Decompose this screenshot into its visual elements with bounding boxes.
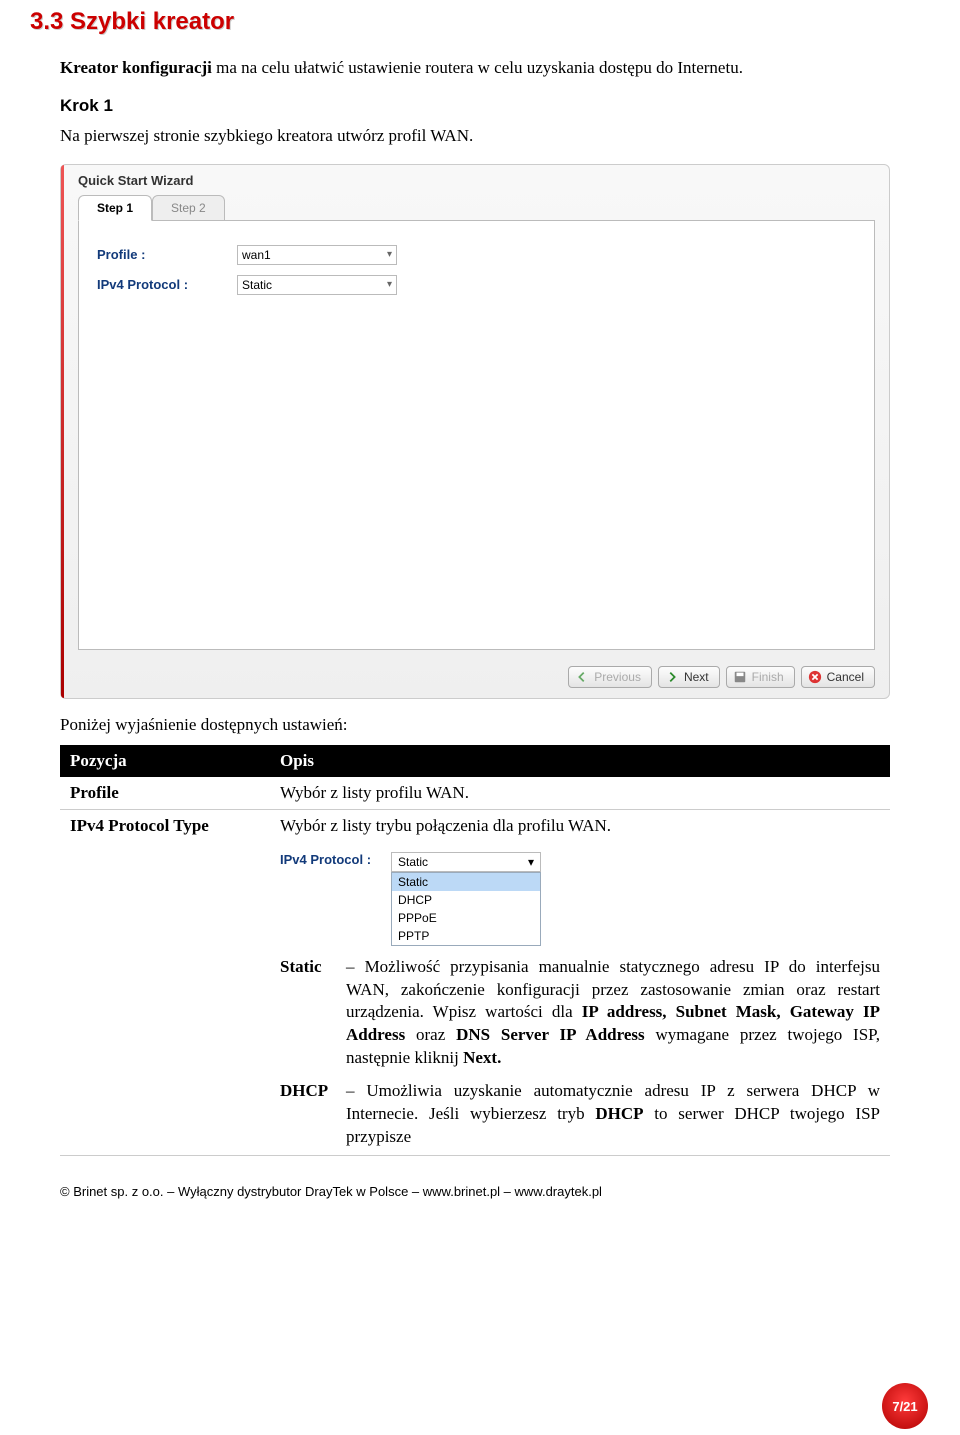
footer-line: © Brinet sp. z o.o. – Wyłączny dystrybut… xyxy=(30,1166,920,1209)
intro-paragraph: Kreator konfiguracji ma na celu ułatwić … xyxy=(60,56,920,80)
step-label: Krok 1 xyxy=(60,96,920,116)
wizard-row-ipv4: IPv4 Protocol : Static ▾ xyxy=(97,275,856,295)
arrow-right-icon xyxy=(665,670,679,684)
wizard-accent-bar xyxy=(61,165,64,698)
wizard-footer: Previous Next Finish Cancel xyxy=(64,660,889,698)
profile-label: Profile : xyxy=(97,247,237,262)
protocol-dropdown-list: Static DHCP PPPoE PPTP xyxy=(391,872,541,946)
below-text: Poniżej wyjaśnienie dostępnych ustawień: xyxy=(60,715,920,735)
intro-bold: Kreator konfiguracji xyxy=(60,58,212,77)
previous-button-label: Previous xyxy=(594,670,641,684)
wizard-body: Profile : wan1 ▾ IPv4 Protocol : Static … xyxy=(78,220,875,650)
chevron-down-icon: ▾ xyxy=(387,279,392,290)
table-cell-item: Profile xyxy=(60,777,270,810)
dropdown-option[interactable]: DHCP xyxy=(392,891,540,909)
cancel-button-label: Cancel xyxy=(827,670,864,684)
tab-step1[interactable]: Step 1 xyxy=(78,195,152,221)
ipv4-select-value: Static xyxy=(242,278,272,292)
finish-button-label: Finish xyxy=(752,670,784,684)
table-cell-item: IPv4 Protocol Type xyxy=(60,809,270,1156)
chevron-down-icon: ▾ xyxy=(528,855,534,869)
protocol-dropdown-label: IPv4 Protocol : xyxy=(280,852,371,867)
ipv4-select[interactable]: Static ▾ xyxy=(237,275,397,295)
wizard-title: Quick Start Wizard xyxy=(64,165,889,194)
settings-table: Pozycja Opis Profile Wybór z listy profi… xyxy=(60,745,890,1157)
table-header-desc: Opis xyxy=(270,745,890,777)
wizard-tabs: Step 1 Step 2 xyxy=(64,194,889,220)
dropdown-option[interactable]: PPTP xyxy=(392,927,540,945)
profile-select-value: wan1 xyxy=(242,248,271,262)
page-number-badge: 7/21 xyxy=(882,1383,928,1429)
save-icon xyxy=(733,670,747,684)
protocol-def-static: Static – Możliwość przypisania manualnie… xyxy=(280,956,880,1071)
dropdown-option[interactable]: PPPoE xyxy=(392,909,540,927)
cancel-button[interactable]: Cancel xyxy=(801,666,875,688)
previous-button[interactable]: Previous xyxy=(568,666,652,688)
section-heading: 3.3 Szybki kreator xyxy=(30,8,920,36)
table-header-item: Pozycja xyxy=(60,745,270,777)
tab-step2[interactable]: Step 2 xyxy=(152,195,225,221)
protocol-dropdown-value: Static xyxy=(398,855,428,869)
step-text: Na pierwszej stronie szybkiego kreatora … xyxy=(60,124,920,148)
intro-rest: ma na celu ułatwić ustawienie routera w … xyxy=(212,58,743,77)
protocol-desc-dhcp: – Umożliwia uzyskanie automatycznie adre… xyxy=(346,1080,880,1149)
protocol-desc-static: – Możliwość przypisania manualnie statyc… xyxy=(346,956,880,1071)
table-cell-desc: Wybór z listy profilu WAN. xyxy=(270,777,890,810)
wizard-panel: Quick Start Wizard Step 1 Step 2 Profile… xyxy=(60,164,890,699)
dropdown-option[interactable]: Static xyxy=(392,873,540,891)
close-icon xyxy=(808,670,822,684)
ipv4-label: IPv4 Protocol : xyxy=(97,277,237,292)
table-row: Profile Wybór z listy profilu WAN. xyxy=(60,777,890,810)
protocol-term-dhcp: DHCP xyxy=(280,1080,338,1103)
protocol-term-static: Static xyxy=(280,956,338,979)
finish-button[interactable]: Finish xyxy=(726,666,795,688)
protocol-def-dhcp: DHCP – Umożliwia uzyskanie automatycznie… xyxy=(280,1080,880,1149)
next-button[interactable]: Next xyxy=(658,666,720,688)
next-button-label: Next xyxy=(684,670,709,684)
protocol-desc-top: Wybór z listy trybu połączenia dla profi… xyxy=(280,816,880,836)
profile-select[interactable]: wan1 ▾ xyxy=(237,245,397,265)
chevron-down-icon: ▾ xyxy=(387,249,392,260)
wizard-row-profile: Profile : wan1 ▾ xyxy=(97,245,856,265)
table-cell-desc: Wybór z listy trybu połączenia dla profi… xyxy=(270,809,890,1156)
protocol-dropdown[interactable]: Static ▾ xyxy=(391,852,541,872)
arrow-left-icon xyxy=(575,670,589,684)
protocol-dropdown-illustration: IPv4 Protocol : Static ▾ Static DHCP PPP… xyxy=(280,852,880,946)
table-row: IPv4 Protocol Type Wybór z listy trybu p… xyxy=(60,809,890,1156)
